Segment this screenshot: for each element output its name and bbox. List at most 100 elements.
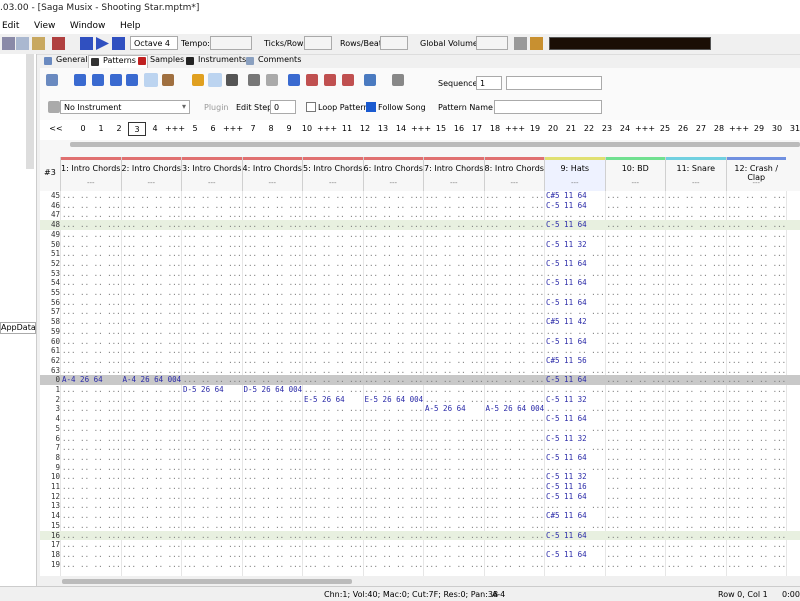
pattern-cell[interactable]: ... .. .. ...	[244, 424, 303, 434]
pattern-cell[interactable]: ... .. .. ...	[546, 230, 605, 240]
pattern-cell[interactable]: ... .. .. ...	[667, 414, 726, 424]
pattern-cell[interactable]: ... .. .. ...	[486, 346, 545, 356]
pattern-row[interactable]: 8... .. .. ...... .. .. ...... .. .. ...…	[40, 453, 800, 463]
pattern-row[interactable]: 5... .. .. ...... .. .. ...... .. .. ...…	[40, 424, 800, 434]
pattern-cell[interactable]: ... .. .. ...	[183, 317, 242, 327]
pattern-cell[interactable]: ... .. .. ...	[183, 472, 242, 482]
pattern-cell[interactable]: ... .. .. ...	[62, 385, 121, 395]
pattern-cell[interactable]: ... .. .. ...	[425, 240, 484, 250]
hscroll-thumb[interactable]	[62, 579, 352, 584]
pattern-cell[interactable]: ... .. .. ...	[304, 482, 363, 492]
pattern-cell[interactable]: ... .. .. ...	[667, 472, 726, 482]
pattern-cell[interactable]: ... .. .. ...	[486, 531, 545, 541]
channel-header-item[interactable]: 2: Intro Chords ---	[120, 157, 181, 191]
pattern-cell[interactable]: ... .. .. ...	[183, 346, 242, 356]
pattern-cell[interactable]: ... .. .. ...	[244, 443, 303, 453]
pattern-cell[interactable]: ... .. .. ...	[546, 346, 605, 356]
pattern-cell[interactable]: ... .. .. ...	[365, 307, 424, 317]
pattern-cell[interactable]: ... .. .. ...	[183, 259, 242, 269]
pattern-cell[interactable]: ... .. .. ...	[728, 540, 787, 550]
pattern-cell[interactable]: ... .. .. ...	[546, 249, 605, 259]
pattern-row[interactable]: 7... .. .. ...... .. .. ...... .. .. ...…	[40, 443, 800, 453]
pattern-cell[interactable]: ... .. .. ...	[486, 540, 545, 550]
pattern-cell[interactable]: ... .. .. ...	[183, 521, 242, 531]
pattern-cell[interactable]: ... .. .. ...	[486, 453, 545, 463]
pattern-cell[interactable]: ... .. .. ...	[365, 269, 424, 279]
pattern-cell[interactable]: ... .. .. ...	[667, 288, 726, 298]
pattern-cell[interactable]: ... .. .. ...	[425, 269, 484, 279]
pattern-cell[interactable]: ... .. .. ...	[365, 278, 424, 288]
sequence-name-field[interactable]	[506, 76, 602, 90]
pattern-row[interactable]: 59... .. .. ...... .. .. ...... .. .. ..…	[40, 327, 800, 337]
pattern-cell[interactable]: ... .. .. ...	[244, 337, 303, 347]
pattern-cell[interactable]: ... .. .. ...	[607, 317, 666, 327]
pattern-cell[interactable]: ... .. .. ...	[62, 201, 121, 211]
pattern-cell[interactable]: ... .. .. ...	[304, 269, 363, 279]
order-item[interactable]: +++	[410, 122, 432, 136]
pattern-cell[interactable]: ... .. .. ...	[365, 298, 424, 308]
pattern-cell[interactable]: ... .. .. ...	[728, 288, 787, 298]
pattern-cell[interactable]: ... .. .. ...	[244, 482, 303, 492]
pattern-cell[interactable]: ... .. .. ...	[486, 463, 545, 473]
pattern-cell[interactable]: ... .. .. ...	[365, 424, 424, 434]
channel-header-item[interactable]: 6: Intro Chords ---	[362, 157, 423, 191]
pattern-cell[interactable]: ... .. .. ...	[123, 404, 182, 414]
pattern-cell[interactable]: ... .. .. ...	[183, 191, 242, 201]
pattern-cell[interactable]: ... .. .. ...	[486, 269, 545, 279]
order-item[interactable]: 22	[580, 122, 598, 136]
pattern-cell[interactable]: ... .. .. ...	[486, 317, 545, 327]
pattern-row[interactable]: 54... .. .. ...... .. .. ...... .. .. ..…	[40, 278, 800, 288]
order-item[interactable]: +++	[634, 122, 656, 136]
pattern-cell[interactable]: ... .. .. ...	[183, 492, 242, 502]
pattern-cell[interactable]: ... .. .. ...	[546, 443, 605, 453]
pattern-cell[interactable]: ... .. .. ...	[62, 249, 121, 259]
pattern-cell[interactable]: ... .. .. ...	[123, 443, 182, 453]
pattern-row[interactable]: 45... .. .. ...... .. .. ...... .. .. ..…	[40, 191, 800, 201]
pattern-cell[interactable]: ... .. .. ...	[667, 259, 726, 269]
pattern-cell[interactable]: ... .. .. ...	[304, 453, 363, 463]
pattern-cell[interactable]: D-5 26 64	[183, 385, 224, 395]
pattern-cell[interactable]: ... .. .. ...	[607, 453, 666, 463]
pattern-cell[interactable]: ... .. .. ...	[123, 501, 182, 511]
undo-icon[interactable]	[288, 74, 300, 86]
tree-scrollbar[interactable]	[26, 54, 34, 169]
pattern-cell[interactable]: ... .. .. ...	[365, 191, 424, 201]
split-icon[interactable]	[192, 74, 204, 86]
channel-header-item[interactable]: 12: Crash / Clap ---	[725, 157, 786, 191]
order-item[interactable]: 2	[110, 122, 128, 136]
pattern-cell[interactable]: ... .. .. ...	[183, 511, 242, 521]
pattern-cell[interactable]: ... .. .. ...	[486, 472, 545, 482]
pattern-cell[interactable]: ... .. .. ...	[667, 346, 726, 356]
pattern-cell[interactable]: ... .. .. ...	[546, 307, 605, 317]
pattern-cell[interactable]: ... .. .. ...	[244, 434, 303, 444]
pattern-cell[interactable]: C-5 11 16	[546, 482, 587, 492]
pattern-cell[interactable]: ... .. .. ...	[607, 550, 666, 560]
pattern-cell[interactable]: ... .. .. ...	[244, 453, 303, 463]
pattern-cell[interactable]: ... .. .. ...	[728, 307, 787, 317]
pattern-cell[interactable]: ... .. .. ...	[667, 521, 726, 531]
pattern-cell[interactable]: C-5 11 32	[546, 240, 587, 250]
pattern-cell[interactable]: ... .. .. ...	[607, 240, 666, 250]
pattern-cell[interactable]: ... .. .. ...	[728, 249, 787, 259]
pattern-cell[interactable]: ... .. .. ...	[486, 492, 545, 502]
pattern-cell[interactable]: ... .. .. ...	[304, 327, 363, 337]
pattern-cell[interactable]: ... .. .. ...	[244, 375, 303, 385]
pattern-cell[interactable]: ... .. .. ...	[365, 337, 424, 347]
pattern-cell[interactable]: C-5 11 64	[546, 414, 587, 424]
midi-record-icon[interactable]	[52, 37, 65, 50]
pattern-cell[interactable]: ... .. .. ...	[62, 278, 121, 288]
order-item[interactable]: 16	[450, 122, 468, 136]
pattern-row[interactable]: 1... .. .. ...... .. .. ... D-5 26 64 D-5 …	[40, 385, 800, 395]
pattern-cell[interactable]: ... .. .. ...	[667, 278, 726, 288]
pattern-cell[interactable]: ... .. .. ...	[607, 472, 666, 482]
pattern-cell[interactable]: ... .. .. ...	[486, 210, 545, 220]
pattern-cell[interactable]: ... .. .. ...	[728, 424, 787, 434]
pattern-cell[interactable]: ... .. .. ...	[365, 201, 424, 211]
pattern-cell[interactable]: ... .. .. ...	[304, 346, 363, 356]
channel-header-item[interactable]: 8: Intro Chords ---	[483, 157, 544, 191]
pattern-cell[interactable]: ... .. .. ...	[667, 230, 726, 240]
pattern-cell[interactable]: ... .. .. ...	[667, 356, 726, 366]
pattern-cell[interactable]: ... .. .. ...	[304, 288, 363, 298]
pattern-cell[interactable]: ... .. .. ...	[425, 375, 484, 385]
pattern-cell[interactable]: ... .. .. ...	[607, 298, 666, 308]
